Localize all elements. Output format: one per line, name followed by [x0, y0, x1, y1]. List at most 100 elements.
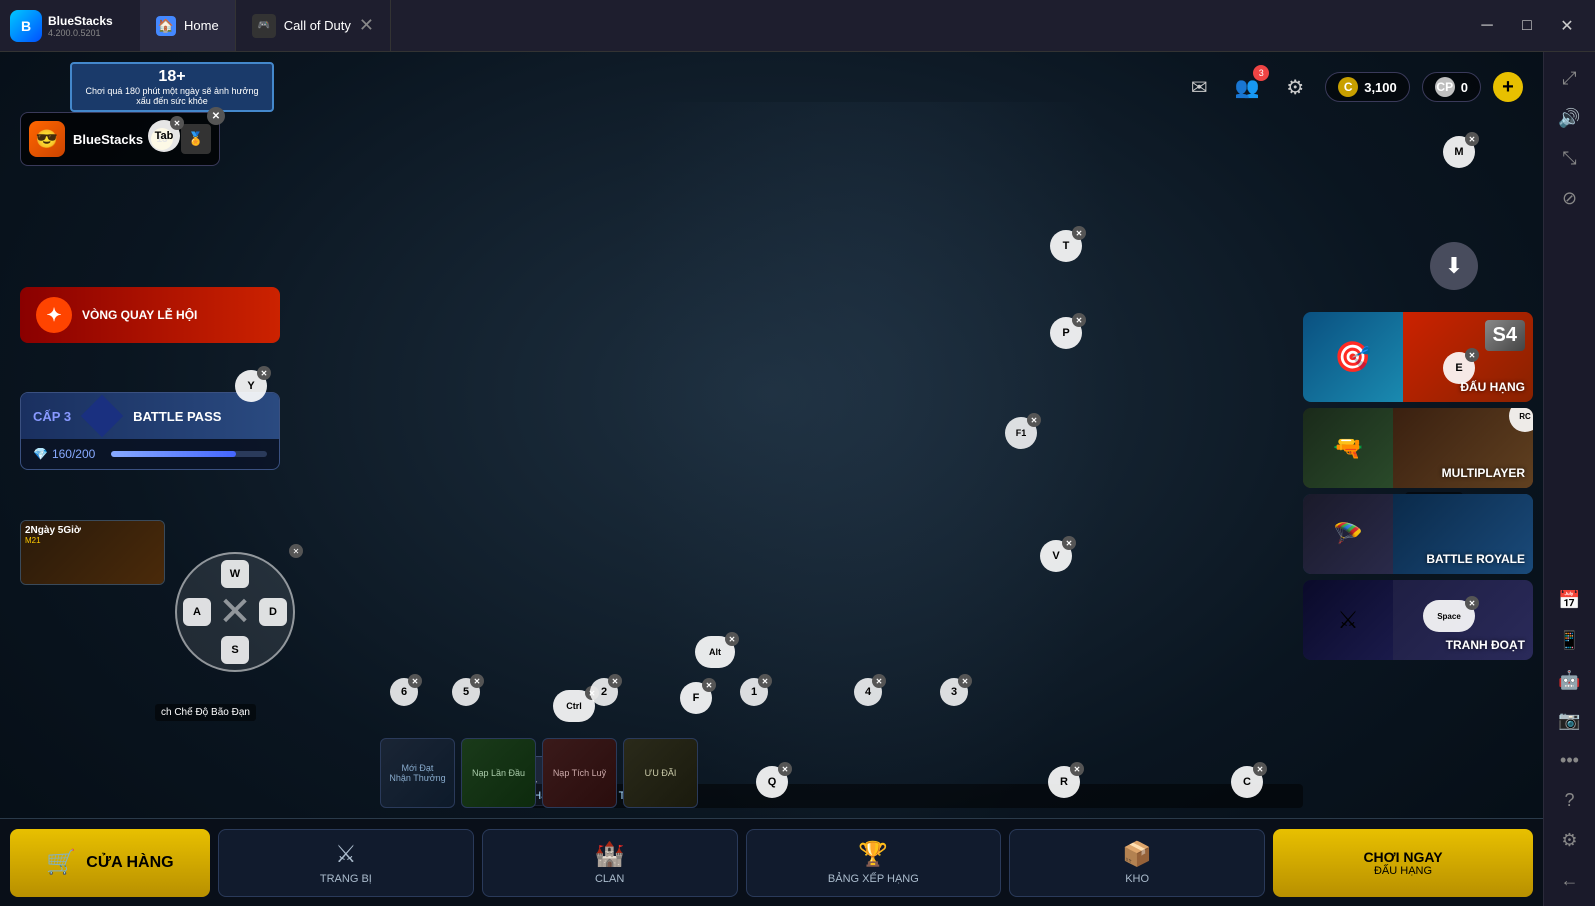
vong-quay-banner[interactable]: ✦ VÒNG QUAY LỄ HỘI — [20, 287, 280, 343]
add-currency-button[interactable]: + — [1493, 72, 1523, 102]
settings-game-icon[interactable]: ⚙ — [1277, 69, 1313, 105]
num3-close[interactable]: ✕ — [958, 674, 972, 688]
right-click-key[interactable]: ✕ RC — [1509, 408, 1533, 432]
clan-nav[interactable]: 🏰 CLAN — [482, 829, 738, 897]
f-key[interactable]: ✕ F — [680, 682, 712, 714]
ngay-banner[interactable]: 2Ngày 5Giờ M21 — [20, 520, 165, 585]
num4-key[interactable]: ✕ 4 — [854, 678, 882, 706]
multiplayer-card[interactable]: 🔫 MULTIPLAYER ✕ RC — [1303, 408, 1533, 488]
space-key-close[interactable]: ✕ — [1465, 596, 1479, 610]
play-now-button[interactable]: CHƠI NGAY ĐẤU HẠNG — [1273, 829, 1533, 897]
season-badge: S4 — [1485, 320, 1525, 351]
nap-lan-dau-label: Nạp Lần Đầu — [472, 768, 525, 778]
equipment-nav[interactable]: ⚔ TRANG BỊ — [218, 829, 474, 897]
p-key-close[interactable]: ✕ — [1072, 313, 1086, 327]
close-game-tab[interactable]: ✕ — [359, 15, 374, 36]
bottom-nav: 🛒 CỬA HÀNG ⚔ TRANG BỊ 🏰 CLAN 🏆 BẢNG XẾP … — [0, 818, 1543, 906]
dau-hang-card[interactable]: 🎯 S4 ĐẤU HẠNG — [1303, 312, 1533, 402]
t-key-close[interactable]: ✕ — [1072, 226, 1086, 240]
no-signal-icon[interactable]: ⊘ — [1552, 180, 1588, 216]
d-key[interactable]: D — [259, 598, 287, 626]
uu-dai-label: ƯU ĐÃI — [645, 768, 677, 778]
alt-key[interactable]: ✕ Alt — [695, 636, 735, 668]
volume-icon[interactable]: 🔊 — [1552, 100, 1588, 136]
space-key[interactable]: ✕ Space — [1423, 600, 1475, 632]
num2-key[interactable]: ✕ 2 — [590, 678, 618, 706]
v-key-close[interactable]: ✕ — [1062, 536, 1076, 550]
num1-key[interactable]: ✕ 1 — [740, 678, 768, 706]
tab-key[interactable]: ✕ Tab — [148, 120, 180, 152]
r-key-close[interactable]: ✕ — [1070, 762, 1084, 776]
battle-royale-card[interactable]: 🪂 BATTLE ROYALE — [1303, 494, 1533, 574]
num6-key[interactable]: ✕ 6 — [390, 678, 418, 706]
p-key[interactable]: ✕ P — [1050, 317, 1082, 349]
back-icon[interactable]: ← — [1552, 862, 1588, 898]
f-key-close[interactable]: ✕ — [702, 678, 716, 692]
mini-cards: Mới ĐạtNhận Thưởng Nạp Lần Đầu Nạp Tích … — [380, 738, 698, 808]
resize-icon[interactable]: ⤡ — [1552, 140, 1588, 176]
minimize-button[interactable]: ─ — [1469, 8, 1505, 44]
e-key-close[interactable]: ✕ — [1465, 348, 1479, 362]
more-icon[interactable]: ••• — [1552, 742, 1588, 778]
cod-currency: C 3,100 — [1325, 72, 1410, 102]
dpad-circle[interactable]: ✕ W S A D — [175, 552, 295, 672]
num5-key[interactable]: ✕ 5 — [452, 678, 480, 706]
m-key[interactable]: ✕ M — [1443, 136, 1475, 168]
tranh-doat-card[interactable]: ⚔ TRANH ĐOẠT — [1303, 580, 1533, 660]
num1-close[interactable]: ✕ — [758, 674, 772, 688]
game-tab[interactable]: 🎮 Call of Duty ✕ — [236, 0, 391, 51]
window-controls: ─ □ ✕ — [1469, 8, 1595, 44]
close-button[interactable]: ✕ — [1549, 8, 1585, 44]
c-key[interactable]: ✕ C — [1231, 766, 1263, 798]
r-key[interactable]: ✕ R — [1048, 766, 1080, 798]
f1-key-close[interactable]: ✕ — [1027, 413, 1041, 427]
dau-hang-label: ĐẤU HẠNG — [1460, 380, 1525, 394]
num2-close[interactable]: ✕ — [608, 674, 622, 688]
calendar-icon[interactable]: 📅 — [1552, 582, 1588, 618]
num3-key[interactable]: ✕ 3 — [940, 678, 968, 706]
download-button[interactable]: ⬇ — [1430, 242, 1478, 290]
help-icon[interactable]: ? — [1552, 782, 1588, 818]
maximize-button[interactable]: □ — [1509, 8, 1545, 44]
mini-card-4[interactable]: ƯU ĐÃI — [623, 738, 698, 808]
friends-icon[interactable]: 👥 3 — [1229, 69, 1265, 105]
fullscreen-icon[interactable]: ⤢ — [1552, 60, 1588, 96]
camera-icon[interactable]: 📷 — [1552, 702, 1588, 738]
dpad-close[interactable]: ✕ — [289, 544, 303, 558]
q-key[interactable]: ✕ Q — [756, 766, 788, 798]
bp-header: CẤP 3 BATTLE PASS — [21, 393, 279, 439]
f1-key[interactable]: ✕ F1 — [1005, 417, 1037, 449]
c-key-close[interactable]: ✕ — [1253, 762, 1267, 776]
y-key[interactable]: ✕ Y — [235, 370, 267, 402]
robot-icon[interactable]: 🤖 — [1552, 662, 1588, 698]
w-key[interactable]: W — [221, 560, 249, 588]
home-tab[interactable]: 🏠 Home — [140, 0, 236, 51]
mini-card-3[interactable]: Nạp Tích Luỹ — [542, 738, 617, 808]
mail-icon[interactable]: ✉ — [1181, 69, 1217, 105]
phone-icon[interactable]: 📱 — [1552, 622, 1588, 658]
mini-card-2[interactable]: Nạp Lần Đầu — [461, 738, 536, 808]
mini-card-1[interactable]: Mới ĐạtNhận Thưởng — [380, 738, 455, 808]
num5-close[interactable]: ✕ — [470, 674, 484, 688]
num4-close[interactable]: ✕ — [872, 674, 886, 688]
a-key[interactable]: A — [183, 598, 211, 626]
tab-key-close[interactable]: ✕ — [170, 116, 184, 130]
shop-button[interactable]: 🛒 CỬA HÀNG — [10, 829, 210, 897]
alt-key-close[interactable]: ✕ — [725, 632, 739, 646]
ctrl-key[interactable]: ✕ Ctrl — [553, 690, 595, 722]
dpad-container[interactable]: ✕ ✕ W S A D — [175, 552, 295, 672]
t-key[interactable]: ✕ T — [1050, 230, 1082, 262]
q-key-close[interactable]: ✕ — [778, 762, 792, 776]
battle-pass-panel[interactable]: CẤP 3 BATTLE PASS 💎 160/200 — [20, 392, 280, 470]
e-key[interactable]: ✕ E — [1443, 352, 1475, 384]
home-icon: 🏠 — [156, 16, 176, 36]
num6-close[interactable]: ✕ — [408, 674, 422, 688]
close-bluestacks-panel[interactable]: ✕ — [207, 107, 225, 125]
y-key-close[interactable]: ✕ — [257, 366, 271, 380]
s-key[interactable]: S — [221, 636, 249, 664]
v-key[interactable]: ✕ V — [1040, 540, 1072, 572]
ranking-nav[interactable]: 🏆 BẢNG XẾP HẠNG — [746, 829, 1002, 897]
m-key-close[interactable]: ✕ — [1465, 132, 1479, 146]
storage-nav[interactable]: 📦 KHO — [1009, 829, 1265, 897]
settings-icon[interactable]: ⚙ — [1552, 822, 1588, 858]
